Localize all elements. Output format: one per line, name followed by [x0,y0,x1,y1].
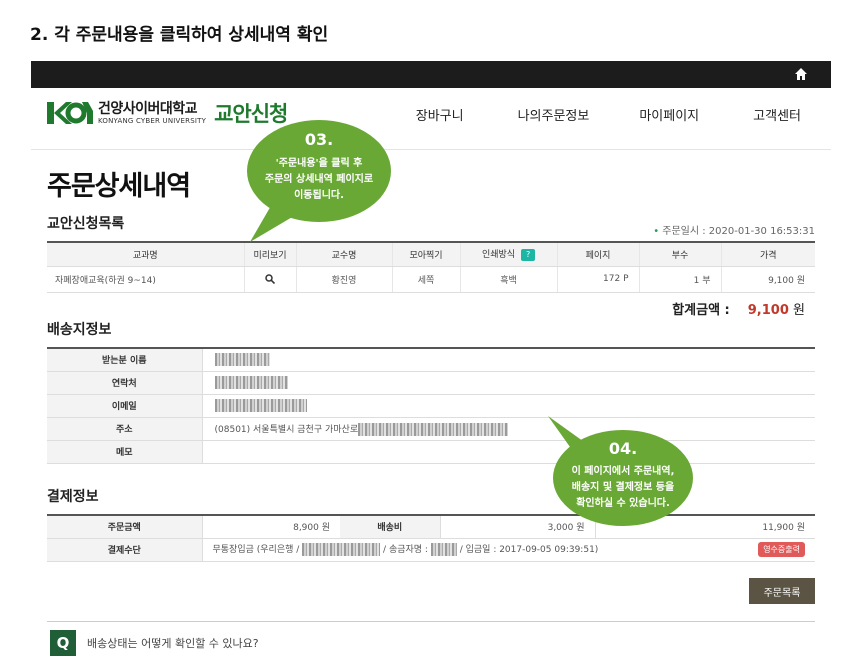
field-label: 주소 [47,417,202,441]
table-row: 결제수단 무통장입금 (우리은행 / / 송금자명 : / 입금일 : 2017… [47,538,815,562]
home-icon[interactable] [794,67,808,81]
preview-cell [243,266,296,293]
callout-line: '주문내용'을 클릭 후 [275,158,363,169]
payment-section-title: 결제정보 [47,489,99,505]
callout-line: 배송지 및 결제정보 등을 [571,482,675,493]
address-text: (08501) 서울특별시 금천구 가마산로 [214,424,359,435]
browser-frame: 건양사이버대학교 KONYANG CYBER UNIVERSITY 교안신청 장… [31,61,831,665]
redacted-value [358,422,509,436]
nav-my-orders[interactable]: 나의주문정보 [501,105,607,124]
order-table: 교과명 미리보기 교수명 모아찍기 인쇄방식? 페이지 부수 가격 자폐장애교육… [47,241,815,293]
email-value [201,394,815,418]
memo-value [201,440,815,464]
column-header: 인쇄방식? [459,242,557,267]
column-header: 모아찍기 [391,242,460,267]
payment-method: 무통장입금 (우리은행 / / 송금자명 : / 입금일 : 2017-09-0… [201,538,815,562]
logo-name-english: KONYANG CYBER UNIVERSITY [98,116,207,125]
redacted-value [302,543,381,556]
table-header-row: 교과명 미리보기 교수명 모아찍기 인쇄방식? 페이지 부수 가격 [47,242,815,267]
callout-line: 이 페이지에서 주문내역, [571,466,675,477]
faq-item[interactable]: Q 배송상태는 어떻게 확인할 수 있나요? [47,621,815,665]
site-header: 건양사이버대학교 KONYANG CYBER UNIVERSITY 교안신청 장… [31,88,831,150]
faq-q-badge: Q [50,630,76,656]
table-row: 주문금액 8,900 원 배송비 3,000 원 11,900 원 [47,515,815,539]
phone-number [201,371,815,395]
redacted-value [214,353,270,367]
layout-value: 세쪽 [391,266,460,293]
order-date: • 주문일시 : 2020-01-30 16:53:31 [653,226,815,237]
recipient-name [201,348,815,372]
order-section-title: 교안신청목록 [47,216,125,232]
logo-mark-icon [47,102,93,124]
redacted-value [430,543,457,556]
receipt-print-button[interactable]: 영수증출력 [758,542,805,557]
order-amount: 8,900 원 [201,515,340,539]
column-header: 교수명 [295,242,392,267]
column-header: 미리보기 [243,242,296,267]
deposit-date: / 입금일 : 2017-09-05 09:39:51) [459,545,599,555]
logo-name-korean: 건양사이버대학교 [98,100,198,117]
field-label: 결제수단 [47,538,202,562]
table-row: 주소 (08501) 서울특별시 금천구 가마산로 [47,417,815,441]
payment-table: 주문금액 8,900 원 배송비 3,000 원 11,900 원 결제수단 무… [47,514,815,562]
address-value: (08501) 서울특별시 금천구 가마산로 [201,417,815,441]
column-header: 가격 [720,242,815,267]
redacted-value [214,399,307,412]
total-amount: 합계금액 : 9,100 원 [672,299,805,318]
print-method-header: 인쇄방식 [481,250,516,261]
field-label: 연락처 [47,371,202,395]
price-value: 9,100 원 [720,266,815,293]
search-icon[interactable] [265,274,275,284]
main-nav: 장바구니 나의주문정보 마이페이지 고객센터 [416,105,831,124]
instruction-title: 2. 각 주문내용을 클릭하여 상세내역 확인 [30,25,329,45]
method-prefix: 무통장입금 (우리은행 / [212,545,300,555]
nav-cart[interactable]: 장바구니 [416,105,481,124]
callout-number: 03. [304,130,334,149]
top-bar [31,61,831,88]
copy-count: 1 부 [638,266,721,293]
sender-label: / 송금자명 : [383,545,428,555]
field-label: 배송비 [340,515,440,539]
callout-line: 이동됩니다. [294,190,344,201]
table-row: 메모 [47,440,815,464]
field-label: 이메일 [47,394,202,418]
field-label: 주문금액 [47,515,202,539]
nav-my-page[interactable]: 마이페이지 [622,105,716,124]
page-count: 172 P [556,266,639,293]
shipping-section-title: 배송지정보 [47,322,112,338]
field-label: 받는분 이름 [47,348,202,372]
total-value: 9,100 [747,303,789,318]
print-method-value: 흑백 [459,266,557,293]
professor-name: 황진영 [295,266,392,293]
redacted-value [214,376,288,389]
total-unit: 원 [793,303,805,318]
page-title: 주문상세내역 [47,171,191,202]
callout-number: 04. [608,439,638,458]
field-label: 메모 [47,440,202,464]
table-row: 받는분 이름 [47,348,815,372]
total-label: 합계금액 : [672,303,730,318]
order-list-button[interactable]: 주문목록 [749,578,815,604]
table-row[interactable]: 자폐장애교육(하권 9~14) 황진영 세쪽 흑백 172 P 1 부 9,10… [47,266,815,293]
table-row: 연락처 [47,371,815,395]
nav-customer-center[interactable]: 고객센터 [736,105,831,124]
faq-question: 배송상태는 어떻게 확인할 수 있나요? [87,637,259,650]
course-name: 자폐장애교육(하권 9~14) [47,266,244,293]
column-header: 교과명 [47,242,244,267]
callout-03: 03. '주문내용'을 클릭 후 주문의 상세내역 페이지로 이동됩니다. [244,118,394,244]
column-header: 페이지 [556,242,639,267]
table-row: 이메일 [47,394,815,418]
help-badge[interactable]: ? [521,249,536,262]
callout-line: 주문의 상세내역 페이지로 [264,174,374,185]
shipping-table: 받는분 이름 연락처 이메일 주소 (08501) 서울특별시 금천구 가마산로… [47,347,815,464]
column-header: 부수 [638,242,721,267]
order-date-text: 주문일시 : 2020-01-30 16:53:31 [662,226,815,237]
callout-04: 04. 이 페이지에서 주문내역, 배송지 및 결제정보 등을 확인하실 수 있… [545,414,695,528]
callout-line: 확인하실 수 있습니다. [576,498,670,509]
